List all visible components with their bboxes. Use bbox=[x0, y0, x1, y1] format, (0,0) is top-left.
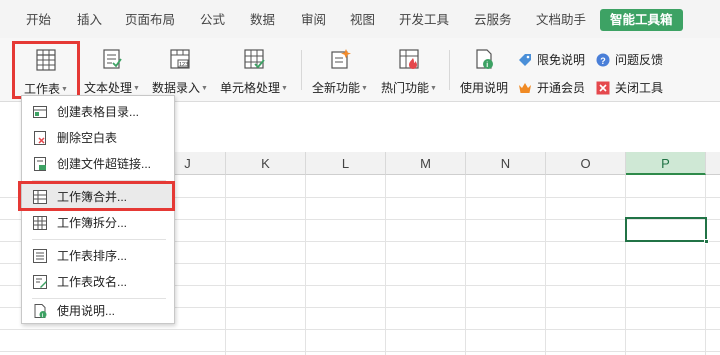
svg-text:i: i bbox=[486, 62, 488, 69]
menu-item-label: 创建文件超链接... bbox=[57, 157, 152, 171]
close-tool-label: 关闭工具 bbox=[615, 81, 664, 95]
grid-line bbox=[625, 175, 626, 355]
ribbon: 工作表▼ 文本处理▼ 123 数据录入▼ 单元格处理▼ 全新功能▼ 热门功能▼ … bbox=[0, 38, 720, 102]
tab-doc-assistant[interactable]: 文档助手 bbox=[536, 11, 586, 29]
menu-item-label: 使用说明... bbox=[57, 304, 116, 318]
new-feature-icon bbox=[331, 49, 351, 69]
tab-review[interactable]: 审阅 bbox=[301, 11, 326, 29]
grid-line bbox=[305, 175, 306, 355]
cell-process-label: 单元格处理 bbox=[220, 81, 281, 95]
grid-line bbox=[0, 329, 720, 330]
worksheet-button[interactable]: 工作表▼ bbox=[12, 41, 80, 99]
grid-line bbox=[225, 175, 226, 355]
table-index-icon bbox=[33, 106, 47, 118]
tag-icon bbox=[519, 54, 531, 66]
menu-item-help[interactable]: i 使用说明... bbox=[22, 298, 174, 324]
cell-process-button[interactable]: 单元格处理▼ bbox=[218, 46, 290, 96]
worksheet-label: 工作表 bbox=[24, 82, 61, 96]
text-process-label: 文本处理 bbox=[84, 81, 133, 95]
sort-sheet-icon bbox=[33, 249, 47, 263]
menu-separator bbox=[32, 239, 166, 240]
split-workbook-icon bbox=[33, 216, 47, 230]
crown-icon bbox=[519, 83, 531, 93]
close-box-icon bbox=[596, 81, 610, 95]
tab-insert[interactable]: 插入 bbox=[77, 11, 102, 29]
ribbon-separator bbox=[449, 50, 450, 90]
worksheet-icon bbox=[36, 49, 56, 71]
data-entry-label: 数据录入 bbox=[152, 81, 201, 95]
free-explain-label: 限免说明 bbox=[537, 53, 586, 67]
menu-item-label: 创建表格目录... bbox=[57, 105, 140, 119]
menu-item-split-workbook[interactable]: 工作簿拆分... bbox=[22, 210, 174, 236]
text-process-button[interactable]: 文本处理▼ bbox=[82, 46, 142, 96]
tab-formula[interactable]: 公式 bbox=[200, 11, 225, 29]
tab-developer[interactable]: 开发工具 bbox=[399, 11, 449, 29]
tab-view[interactable]: 视图 bbox=[350, 11, 375, 29]
hot-feature-icon bbox=[399, 49, 419, 69]
grid-line bbox=[465, 175, 466, 355]
help-doc-icon: i bbox=[476, 49, 493, 69]
hot-feature-button[interactable]: 热门功能▼ bbox=[378, 46, 440, 96]
menu-item-sort-sheet[interactable]: 工作表排序... bbox=[22, 243, 174, 269]
grid-line bbox=[705, 175, 706, 355]
vip-label: 开通会员 bbox=[537, 81, 586, 95]
free-explain-button[interactable]: 限免说明 bbox=[518, 51, 585, 69]
chevron-down-icon: ▼ bbox=[201, 85, 208, 93]
tab-smart-toolbox[interactable]: 智能工具箱 bbox=[600, 9, 683, 31]
data-entry-button[interactable]: 123 数据录入▼ bbox=[150, 46, 210, 96]
menu-item-delete-blank[interactable]: 删除空白表 bbox=[22, 125, 174, 151]
tab-cloud[interactable]: 云服务 bbox=[474, 11, 512, 29]
chevron-down-icon: ▼ bbox=[61, 86, 68, 94]
menu-item-create-hyperlink[interactable]: 创建文件超链接... bbox=[22, 151, 174, 177]
tab-page-layout[interactable]: 页面布局 bbox=[125, 11, 175, 29]
grid-line bbox=[0, 351, 720, 352]
svg-text:123: 123 bbox=[179, 62, 188, 68]
menu-item-create-index[interactable]: 创建表格目录... bbox=[22, 99, 174, 125]
hyperlink-icon bbox=[34, 157, 46, 171]
menu-item-rename-sheet[interactable]: 工作表改名... bbox=[22, 269, 174, 295]
column-header-l[interactable]: L bbox=[306, 152, 386, 175]
help-doc-icon: i bbox=[34, 304, 47, 318]
column-header-m[interactable]: M bbox=[386, 152, 466, 175]
question-icon: ? bbox=[596, 53, 610, 67]
chevron-down-icon: ▼ bbox=[361, 85, 368, 93]
menu-item-label: 工作簿拆分... bbox=[57, 216, 128, 230]
menu-bar: 开始 插入 页面布局 公式 数据 审阅 视图 开发工具 云服务 文档助手 智能工… bbox=[0, 0, 720, 38]
rename-sheet-icon bbox=[33, 275, 47, 289]
svg-text:?: ? bbox=[600, 56, 606, 66]
menu-item-label: 删除空白表 bbox=[57, 131, 118, 145]
column-header-o[interactable]: O bbox=[546, 152, 626, 175]
column-header-p[interactable]: P bbox=[626, 152, 706, 175]
data-entry-icon: 123 bbox=[170, 49, 190, 69]
tab-start[interactable]: 开始 bbox=[26, 11, 51, 29]
help-doc-button[interactable]: i 使用说明 bbox=[456, 46, 512, 96]
menu-item-label: 工作表排序... bbox=[57, 249, 128, 263]
feedback-button[interactable]: ? 问题反馈 bbox=[596, 51, 663, 69]
hot-feature-label: 热门功能 bbox=[381, 81, 430, 95]
grid-line bbox=[385, 175, 386, 355]
help-doc-label: 使用说明 bbox=[459, 81, 508, 95]
new-feature-button[interactable]: 全新功能▼ bbox=[310, 46, 370, 96]
delete-sheet-icon bbox=[34, 131, 46, 145]
tab-data[interactable]: 数据 bbox=[250, 11, 275, 29]
fill-handle[interactable] bbox=[704, 239, 709, 244]
selected-cell[interactable] bbox=[625, 217, 709, 244]
new-feature-label: 全新功能 bbox=[312, 81, 361, 95]
grid-line bbox=[545, 175, 546, 355]
column-header-n[interactable]: N bbox=[466, 152, 546, 175]
close-tool-button[interactable]: 关闭工具 bbox=[596, 79, 663, 97]
text-process-icon bbox=[103, 49, 122, 69]
chevron-down-icon: ▼ bbox=[430, 85, 437, 93]
chevron-down-icon: ▼ bbox=[281, 85, 288, 93]
cell-process-icon bbox=[244, 49, 265, 69]
highlight-box bbox=[18, 181, 175, 211]
chevron-down-icon: ▼ bbox=[133, 85, 140, 93]
ribbon-separator bbox=[301, 50, 302, 90]
column-header-k[interactable]: K bbox=[226, 152, 306, 175]
vip-button[interactable]: 开通会员 bbox=[518, 79, 585, 97]
column-header-next[interactable] bbox=[706, 152, 720, 175]
feedback-label: 问题反馈 bbox=[615, 53, 664, 67]
menu-item-label: 工作表改名... bbox=[57, 275, 128, 289]
